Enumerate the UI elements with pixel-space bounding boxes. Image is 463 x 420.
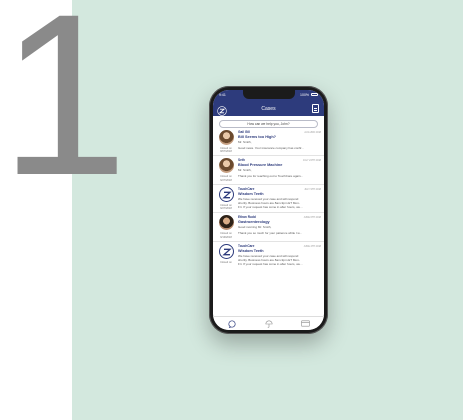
umbrella-icon[interactable] — [264, 320, 274, 328]
case-top: Ethan Rudd JUNE 6TH 2018 — [238, 215, 321, 219]
touchcare-logo-icon — [218, 243, 234, 259]
case-message-line: Mr. Smith, — [238, 141, 252, 144]
case-list: Closed on 8/07/2018 Gail Gill AUG 2ND 20… — [213, 128, 324, 316]
case-subject: Wisdom Teeth — [238, 191, 264, 196]
case-message-line: Fri. If your request has come in after h… — [238, 205, 303, 209]
case-top: TouchCare JULY 9TH 2018 — [238, 187, 321, 191]
closed-date: 6/27/2018 — [220, 207, 232, 211]
status-battery-text: 100% — [300, 92, 309, 97]
case-agent-name: TouchCare — [238, 186, 255, 191]
case-subject: Wisdom Teeth — [238, 248, 264, 253]
case-left: Closed on — [216, 243, 236, 267]
help-search-button[interactable]: How can we help you, John? — [219, 120, 318, 128]
case-message-line: Fri. If your request has come in after h… — [238, 262, 303, 266]
case-left: Closed on 6/27/2018 — [216, 158, 236, 182]
case-item[interactable]: Closed on 6/19/2018 Ethan Rudd JUNE 6TH … — [213, 213, 324, 242]
case-date: JUNE 4TH 2018 — [303, 244, 321, 248]
chat-icon[interactable] — [227, 319, 237, 328]
closed-label: Closed on — [220, 261, 232, 264]
step-number: 1 — [0, 0, 128, 223]
touchcare-logo-icon — [218, 186, 234, 202]
document-icon[interactable] — [312, 104, 319, 113]
status-indicators: 100% — [300, 93, 318, 97]
case-item[interactable]: Closed on 8/07/2018 Gail Gill AUG 2ND 20… — [213, 128, 324, 157]
closed-label: Closed on 8/07/2018 — [220, 147, 232, 153]
case-body: Seth JULY 24TH 2018 Blood Pressure Machi… — [236, 158, 321, 181]
case-date: JULY 24TH 2018 — [302, 159, 321, 163]
case-item[interactable]: Closed on 6/27/2018 Seth JULY 24TH 2018 … — [213, 156, 324, 185]
case-left: Closed on 6/19/2018 — [216, 215, 236, 239]
closed-label: Closed on 6/27/2018 — [220, 204, 232, 210]
case-top: Gail Gill AUG 2ND 2018 — [238, 130, 321, 134]
phone-notch — [242, 90, 295, 99]
case-date: JULY 9TH 2018 — [304, 187, 321, 191]
card-icon[interactable] — [301, 320, 311, 328]
case-agent-name: Gail Gill — [238, 130, 251, 134]
battery-icon — [311, 93, 318, 96]
case-body: TouchCare JUNE 4TH 2018 Wisdom Teeth We … — [236, 244, 321, 267]
touchcare-logo-icon[interactable] — [217, 103, 227, 116]
closed-date: 6/27/2018 — [220, 178, 232, 182]
case-body: TouchCare JULY 9TH 2018 Wisdom Teeth We … — [236, 187, 321, 210]
case-body: Ethan Rudd JUNE 6TH 2018 Gastroenterolog… — [236, 215, 321, 238]
status-time: 9:41 — [219, 92, 226, 97]
case-agent-name: Ethan Rudd — [238, 215, 256, 220]
case-date: AUG 2ND 2018 — [304, 131, 321, 134]
page-title: Cases — [261, 105, 276, 112]
case-preview: Thank you so much for your patience whil… — [238, 231, 303, 236]
case-agent-name: Seth — [238, 158, 245, 163]
case-preview: Thank you for reaching out to TouchCare … — [238, 174, 303, 179]
avatar — [218, 158, 234, 174]
case-agent-name: TouchCare — [238, 243, 255, 248]
tab-bar — [213, 316, 324, 330]
case-subject: Gastroenterology — [238, 220, 270, 225]
avatar — [218, 130, 234, 145]
closed-label: Closed on 6/27/2018 — [220, 175, 232, 181]
case-item[interactable]: Closed on TouchCare JUNE 4TH 2018 Wisdom… — [213, 242, 324, 269]
case-subject: Bill Seems too High? — [238, 135, 276, 139]
case-item[interactable]: Closed on 6/27/2018 TouchCare JULY 9TH 2… — [213, 185, 324, 214]
case-date: JUNE 6TH 2018 — [303, 216, 321, 220]
closed-date: 8/07/2018 — [220, 150, 232, 154]
closed-on-text: Closed on — [220, 260, 232, 264]
case-top: TouchCare JUNE 4TH 2018 — [238, 244, 321, 248]
closed-label: Closed on 6/19/2018 — [220, 232, 232, 238]
case-left: Closed on 8/07/2018 — [216, 130, 236, 153]
phone-mockup: 9:41 100% Cases How can we help you, Joh… — [209, 86, 328, 334]
case-left: Closed on 6/27/2018 — [216, 186, 236, 210]
case-preview: Good news. Your insurance company has co… — [238, 145, 304, 150]
phone-screen: 9:41 100% Cases How can we help you, Joh… — [213, 90, 324, 330]
case-body: Gail Gill AUG 2ND 2018 Bill Seems too Hi… — [236, 130, 321, 153]
case-subject: Blood Pressure Machine — [238, 163, 283, 168]
closed-date: 6/19/2018 — [220, 235, 232, 239]
case-message-line: Good morning Mr. Smith, — [238, 226, 272, 230]
header-row: Cases — [213, 103, 324, 116]
case-top: Seth JULY 24TH 2018 — [238, 158, 321, 162]
case-message-line: Mr. Smith, — [238, 169, 252, 173]
avatar — [218, 215, 234, 231]
